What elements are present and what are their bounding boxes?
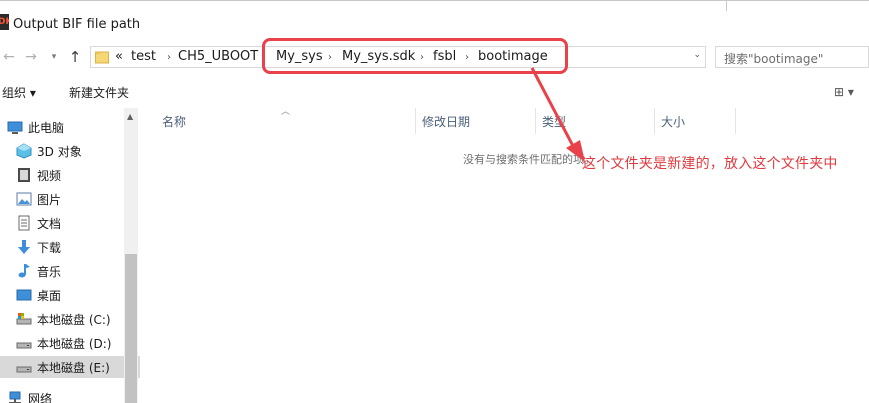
sidebar-item-this-pc[interactable]: 此电脑 (0, 116, 131, 138)
search-placeholder: 搜索"bootimage" (724, 52, 824, 66)
pc-icon (7, 121, 23, 134)
breadcrumb-separator[interactable]: › (465, 50, 469, 66)
sidebar-item-label: 桌面 (37, 288, 62, 303)
download-icon (18, 240, 30, 254)
file-dialog-window: DK Output BIF file path ← → ▾ ↑ « test ›… (0, 0, 869, 403)
arrow-left-icon[interactable]: ← (0, 47, 18, 67)
sidebar-item-label: 本地磁盘 (D:) (37, 336, 112, 351)
drive-icon (16, 366, 32, 373)
folder-icon (95, 51, 109, 64)
sidebar-item-label: 此电脑 (28, 120, 65, 135)
3d-objects-icon (16, 143, 32, 159)
breadcrumb-separator[interactable]: › (261, 50, 265, 66)
desktop-icon (16, 289, 32, 301)
column-header-name[interactable]: 名称 (156, 108, 416, 134)
sidebar-item-label: 本地磁盘 (C:) (37, 312, 111, 327)
network-icon (9, 391, 21, 403)
empty-results-message: 没有与搜索条件匹配的项。 (463, 153, 595, 166)
breadcrumb-ch5-uboot[interactable]: CH5_UBOOT (178, 49, 258, 65)
column-header-size[interactable]: 大小 (655, 108, 736, 134)
sidebar-scrollbar[interactable]: ▲ (124, 108, 138, 403)
music-icon (18, 264, 30, 278)
view-options-icon[interactable]: ⊞ ▾ (834, 85, 854, 99)
breadcrumb-fsbl[interactable]: fsbl (433, 49, 456, 65)
sidebar-item-label: 3D 对象 (37, 144, 82, 159)
navigation-pane: 此电脑 3D 对象 视频 图片 文档 下载 音乐 桌面 本地磁盘 (C:) 本地… (0, 108, 140, 403)
breadcrumb-separator[interactable]: › (420, 50, 424, 66)
breadcrumb-separator[interactable]: › (167, 50, 171, 66)
window-title: Output BIF file path (13, 17, 141, 32)
annotation-text: 这个文件夹是新建的，放入这个文件夹中 (582, 156, 838, 172)
documents-icon (18, 215, 30, 231)
sidebar-item-label: 文档 (37, 216, 62, 231)
breadcrumb-my-sys-sdk[interactable]: My_sys.sdk (342, 49, 415, 65)
arrow-right-icon[interactable]: → (22, 47, 40, 67)
breadcrumb-test[interactable]: test (131, 49, 156, 65)
sidebar-item-music[interactable]: 音乐 (0, 260, 140, 282)
column-header-date-modified[interactable]: 修改日期 (416, 108, 536, 134)
drive-c-icon (16, 313, 32, 325)
organize-button[interactable]: 组织 ▾ (2, 84, 36, 101)
breadcrumb-bootimage[interactable]: bootimage (478, 49, 548, 65)
breadcrumb-overflow[interactable]: « (115, 49, 123, 65)
sidebar-item-label: 网络 (28, 391, 53, 403)
address-dropdown-icon[interactable]: ⌄ (693, 50, 701, 60)
new-folder-button[interactable]: 新建文件夹 (69, 84, 129, 101)
column-headers: ︿ 名称 修改日期 类型 大小 (138, 107, 869, 134)
sidebar-item-label: 下载 (37, 240, 62, 255)
sidebar-item-label: 图片 (37, 192, 62, 207)
scroll-up-icon[interactable]: ▲ (127, 112, 133, 121)
arrow-up-icon[interactable]: ↑ (66, 47, 84, 67)
app-icon: DK (0, 14, 9, 30)
drive-icon (16, 342, 32, 349)
sidebar-item-video[interactable]: 视频 (0, 164, 140, 186)
chevron-down-icon[interactable]: ▾ (45, 47, 63, 67)
sidebar-item-drive-d[interactable]: 本地磁盘 (D:) (0, 332, 140, 354)
scrollbar-thumb[interactable] (125, 254, 137, 403)
breadcrumb-my-sys[interactable]: My_sys (276, 49, 323, 65)
sidebar-item-pictures[interactable]: 图片 (0, 188, 140, 210)
pictures-icon (16, 192, 32, 206)
search-input[interactable]: 搜索"bootimage" (715, 46, 869, 68)
sidebar-item-desktop[interactable]: 桌面 (0, 284, 140, 306)
sidebar-item-3d-objects[interactable]: 3D 对象 (0, 140, 140, 162)
sidebar-item-label: 音乐 (37, 264, 62, 279)
video-icon (18, 168, 30, 182)
sidebar-item-network[interactable]: 网络 (0, 387, 131, 403)
sidebar-item-drive-e[interactable]: 本地磁盘 (E:) (0, 356, 140, 378)
sidebar-item-documents[interactable]: 文档 (0, 212, 140, 234)
address-bar[interactable]: « test › CH5_UBOOT › My_sys › My_sys.sdk… (90, 46, 706, 68)
sidebar-item-label: 视频 (37, 168, 62, 183)
navigation-row: ← → ▾ ↑ « test › CH5_UBOOT › My_sys › My… (0, 40, 869, 76)
title-divider (726, 1, 727, 11)
column-header-type[interactable]: 类型 (536, 108, 655, 134)
sidebar-item-downloads[interactable]: 下载 (0, 236, 140, 258)
breadcrumb-separator[interactable]: › (328, 50, 332, 66)
sidebar-item-label: 本地磁盘 (E:) (37, 360, 110, 375)
toolbar: 组织 ▾ 新建文件夹 ⊞ ▾ (0, 80, 869, 104)
title-bar: DK Output BIF file path (0, 0, 869, 34)
sidebar-item-drive-c[interactable]: 本地磁盘 (C:) (0, 308, 140, 330)
